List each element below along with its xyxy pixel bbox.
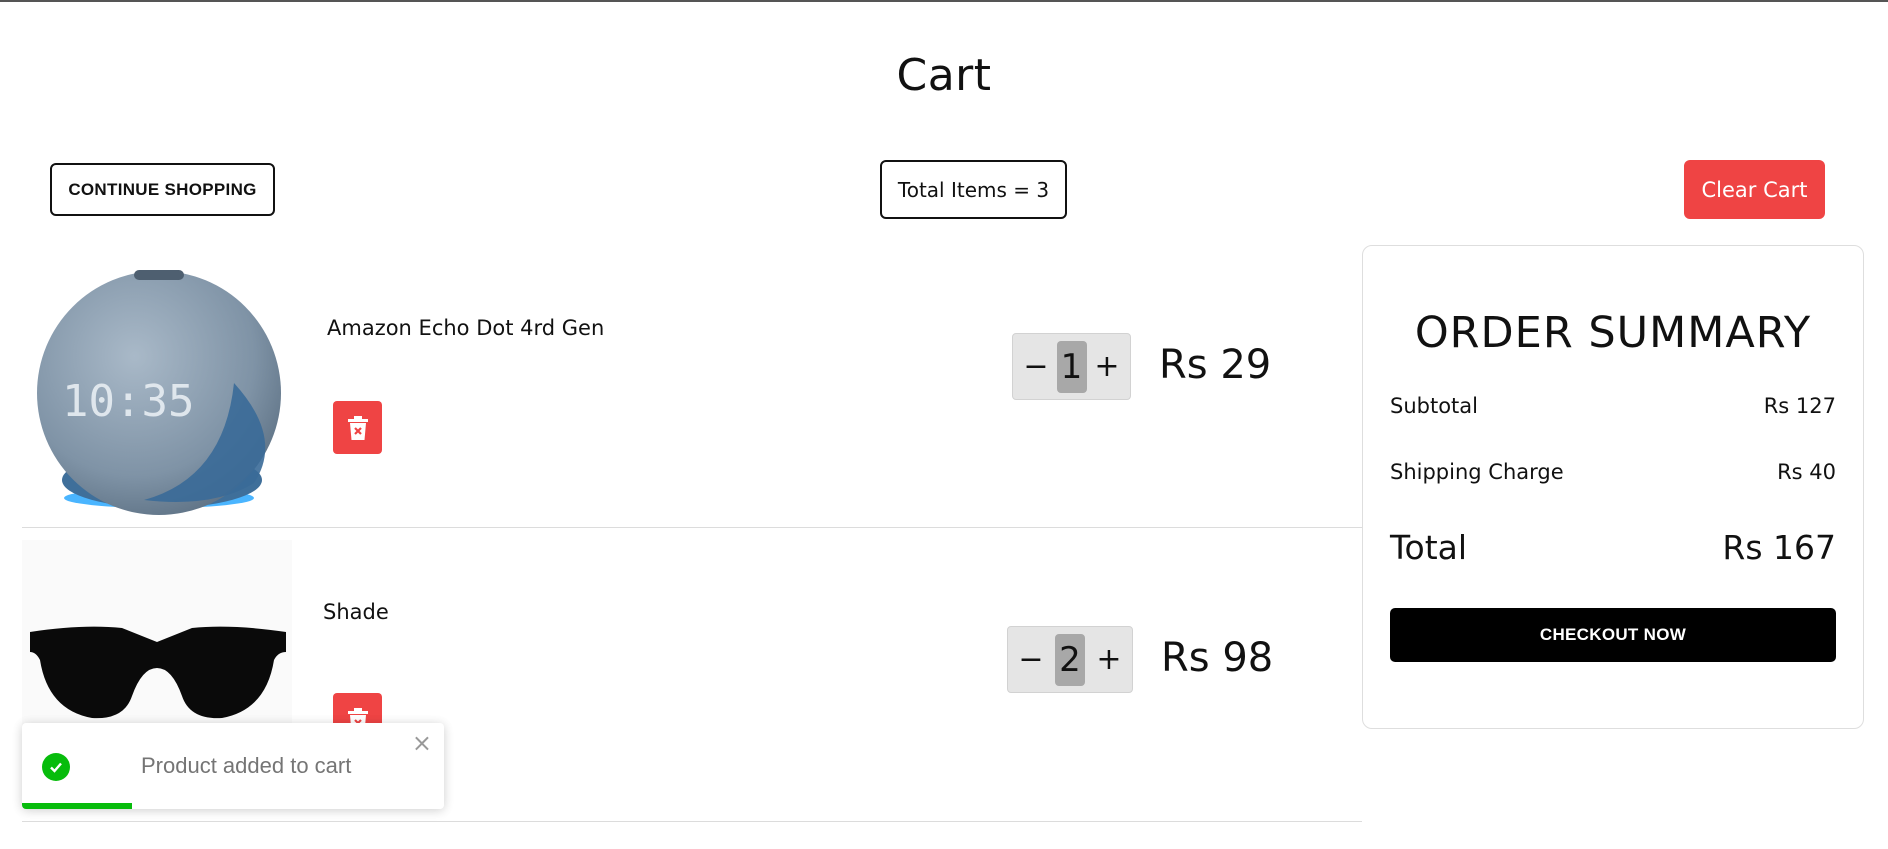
subtotal-row: Subtotal Rs 127 bbox=[1390, 394, 1836, 418]
trash-icon bbox=[347, 415, 368, 440]
product-name[interactable]: Shade bbox=[323, 600, 389, 624]
success-check-icon bbox=[42, 753, 70, 781]
quantity-stepper: − 1 + bbox=[1012, 333, 1131, 400]
subtotal-value: Rs 127 bbox=[1763, 394, 1836, 418]
shipping-value: Rs 40 bbox=[1777, 460, 1836, 484]
checkout-button[interactable]: CHECKOUT NOW bbox=[1390, 608, 1836, 662]
quantity-stepper: − 2 + bbox=[1007, 626, 1133, 693]
toast-message: Product added to cart bbox=[141, 753, 352, 778]
total-items-badge: Total Items = 3 bbox=[880, 160, 1067, 219]
clear-cart-button[interactable]: Clear Cart bbox=[1684, 160, 1825, 219]
row-divider bbox=[22, 527, 1362, 528]
total-row: Total Rs 167 bbox=[1390, 528, 1836, 567]
quantity-value: 2 bbox=[1055, 633, 1085, 686]
decrease-quantity-button[interactable]: − bbox=[1018, 644, 1044, 675]
subtotal-label: Subtotal bbox=[1390, 394, 1478, 418]
item-price: Rs 29 bbox=[1159, 342, 1272, 388]
increase-quantity-button[interactable]: + bbox=[1094, 351, 1120, 382]
decrease-quantity-button[interactable]: − bbox=[1023, 351, 1049, 382]
increase-quantity-button[interactable]: + bbox=[1096, 644, 1122, 675]
row-divider bbox=[22, 821, 1362, 822]
page-title: Cart bbox=[896, 50, 992, 101]
remove-item-button[interactable] bbox=[333, 401, 382, 454]
item-price: Rs 98 bbox=[1161, 635, 1274, 681]
svg-text:10:35: 10:35 bbox=[62, 376, 194, 427]
cart-item-row: 10:35 Amazon Echo Dot 4rd Gen − 1 + Rs 2… bbox=[22, 260, 1362, 540]
shipping-label: Shipping Charge bbox=[1390, 460, 1564, 484]
total-label: Total bbox=[1390, 528, 1468, 567]
close-icon[interactable]: × bbox=[412, 731, 432, 755]
echo-dot-image: 10:35 bbox=[34, 268, 284, 518]
toast-progress-bar bbox=[22, 803, 132, 809]
product-name[interactable]: Amazon Echo Dot 4rd Gen bbox=[327, 316, 604, 340]
shipping-row: Shipping Charge Rs 40 bbox=[1390, 460, 1836, 484]
order-summary-title: ORDER SUMMARY bbox=[1414, 308, 1812, 358]
continue-shopping-button[interactable]: CONTINUE SHOPPING bbox=[50, 163, 275, 216]
total-value: Rs 167 bbox=[1722, 528, 1836, 567]
sunglasses-image bbox=[22, 540, 292, 730]
order-summary-panel: ORDER SUMMARY Subtotal Rs 127 Shipping C… bbox=[1362, 245, 1864, 729]
quantity-value: 1 bbox=[1056, 340, 1087, 393]
toast-notification: Product added to cart × bbox=[22, 723, 444, 809]
